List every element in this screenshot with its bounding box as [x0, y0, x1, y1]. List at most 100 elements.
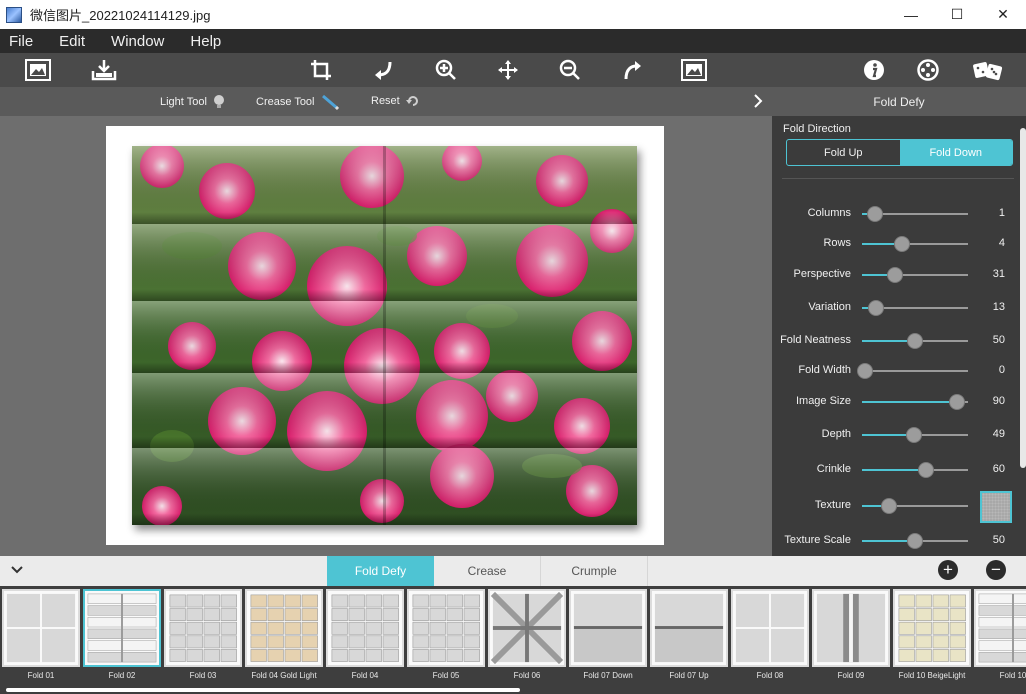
window-controls: — ☐ ✕: [888, 0, 1026, 29]
preset-item[interactable]: Fold 08: [731, 589, 809, 691]
slider-knob[interactable]: [907, 333, 923, 349]
slider-track[interactable]: [862, 394, 968, 410]
open-image-button[interactable]: [24, 56, 52, 84]
panel-scrollbar[interactable]: [1020, 128, 1026, 468]
slider-track[interactable]: [862, 462, 968, 478]
crop-button[interactable]: [307, 56, 335, 84]
folded-photo[interactable]: [132, 146, 637, 525]
chevron-down-icon: [11, 566, 23, 574]
slider-track[interactable]: [862, 236, 968, 252]
light-tool-button[interactable]: Light Tool: [160, 94, 225, 110]
collapse-presets-button[interactable]: [10, 563, 24, 581]
remove-preset-button[interactable]: −: [986, 560, 1006, 580]
fold-direction-toggle: Fold Up Fold Down: [786, 139, 1013, 166]
slider-knob[interactable]: [949, 394, 966, 410]
redo-button[interactable]: [619, 56, 647, 84]
tab-fold-defy[interactable]: Fold Defy: [327, 556, 434, 586]
close-button[interactable]: ✕: [980, 0, 1026, 29]
slider-value: 49: [992, 428, 1005, 440]
slider-label: Columns: [807, 207, 851, 219]
preset-item[interactable]: Fold 03: [164, 589, 242, 691]
preset-item[interactable]: Fold 01: [2, 589, 80, 691]
maximize-button[interactable]: ☐: [934, 0, 980, 29]
crease-tool-button[interactable]: Crease Tool: [256, 94, 339, 110]
slider-track[interactable]: [857, 363, 968, 379]
preset-scrollbar[interactable]: [6, 688, 520, 692]
slider-knob[interactable]: [886, 267, 903, 283]
slider-track[interactable]: [862, 333, 968, 349]
collapse-panel-button[interactable]: [752, 93, 764, 114]
fold-up-option[interactable]: Fold Up: [787, 140, 900, 165]
open-image-icon: [25, 59, 51, 81]
slider-track[interactable]: [862, 533, 968, 549]
preset-item[interactable]: Fold 10: [974, 589, 1026, 691]
minimize-button[interactable]: —: [888, 0, 934, 29]
film-reel-icon: [917, 59, 939, 81]
zoom-out-button[interactable]: [556, 56, 584, 84]
preset-name: Fold 10: [999, 671, 1026, 680]
slider-row: Depth 49: [772, 425, 1026, 445]
slider-track[interactable]: [862, 427, 968, 443]
slider-knob[interactable]: [905, 427, 922, 443]
slider-track[interactable]: [862, 498, 968, 514]
tab-crease[interactable]: Crease: [434, 556, 541, 586]
zoom-in-button[interactable]: [432, 56, 460, 84]
save-icon: [91, 60, 117, 81]
texture-swatch[interactable]: [980, 491, 1012, 523]
undo-button[interactable]: [369, 56, 397, 84]
preset-item[interactable]: Fold 02: [83, 589, 161, 691]
slider-knob[interactable]: [857, 363, 874, 379]
slider-label: Variation: [808, 301, 851, 313]
preset-item[interactable]: Fold 05: [407, 589, 485, 691]
preset-thumbnail: [407, 589, 485, 667]
slider-knob[interactable]: [866, 206, 883, 222]
randomize-button[interactable]: [972, 56, 1004, 84]
slider-knob[interactable]: [907, 533, 923, 549]
add-preset-button[interactable]: +: [938, 560, 958, 580]
fold-down-option[interactable]: Fold Down: [899, 140, 1012, 165]
preset-thumbnail: [488, 589, 566, 667]
menu-window[interactable]: Window: [102, 33, 173, 50]
menu-file[interactable]: File: [0, 33, 42, 50]
compare-image-button[interactable]: [680, 56, 708, 84]
slider-knob[interactable]: [894, 236, 911, 252]
canvas-area[interactable]: [0, 116, 772, 556]
save-button[interactable]: [90, 56, 118, 84]
slider-row: Variation 13: [772, 298, 1026, 318]
zoom-out-icon: [559, 59, 580, 80]
app-icon: [6, 6, 22, 23]
preset-item[interactable]: Fold 10 BeigeLight: [893, 589, 971, 691]
preset-thumbnail: [326, 589, 404, 667]
preset-item[interactable]: Fold 04: [326, 589, 404, 691]
slider-track[interactable]: [862, 267, 968, 283]
preset-name: Fold 10 BeigeLight: [898, 671, 966, 680]
slider-knob[interactable]: [917, 462, 934, 478]
slider-label: Texture Scale: [784, 534, 851, 546]
preset-item[interactable]: Fold 04 Gold Light: [245, 589, 323, 691]
menu-help[interactable]: Help: [181, 33, 230, 50]
slider-knob[interactable]: [867, 300, 884, 316]
slider-track[interactable]: [862, 300, 968, 316]
slider-value: 50: [992, 534, 1005, 546]
panel-title: Fold Defy: [772, 87, 1026, 116]
preset-thumbnail: [893, 589, 971, 667]
reset-button[interactable]: Reset: [371, 94, 420, 108]
tab-crumple[interactable]: Crumple: [541, 556, 648, 586]
preset-item[interactable]: Fold 06: [488, 589, 566, 691]
preset-name: Fold 02: [108, 671, 136, 680]
slider-row: Fold Neatness 50: [772, 331, 1026, 351]
slider-value: 0: [998, 364, 1005, 376]
preset-item[interactable]: Fold 09: [812, 589, 890, 691]
slider-knob[interactable]: [880, 498, 897, 514]
preset-item[interactable]: Fold 07 Up: [650, 589, 728, 691]
preset-thumbnail: [164, 589, 242, 667]
slider-label: Rows: [823, 237, 851, 249]
slider-track[interactable]: [862, 206, 968, 222]
pan-button[interactable]: [494, 56, 522, 84]
info-button[interactable]: [860, 56, 888, 84]
menu-edit[interactable]: Edit: [50, 33, 94, 50]
settings-button[interactable]: [914, 56, 942, 84]
slider-row: Fold Width 0: [772, 361, 1026, 381]
preset-item[interactable]: Fold 07 Down: [569, 589, 647, 691]
slider-row: Columns 1: [772, 204, 1026, 224]
